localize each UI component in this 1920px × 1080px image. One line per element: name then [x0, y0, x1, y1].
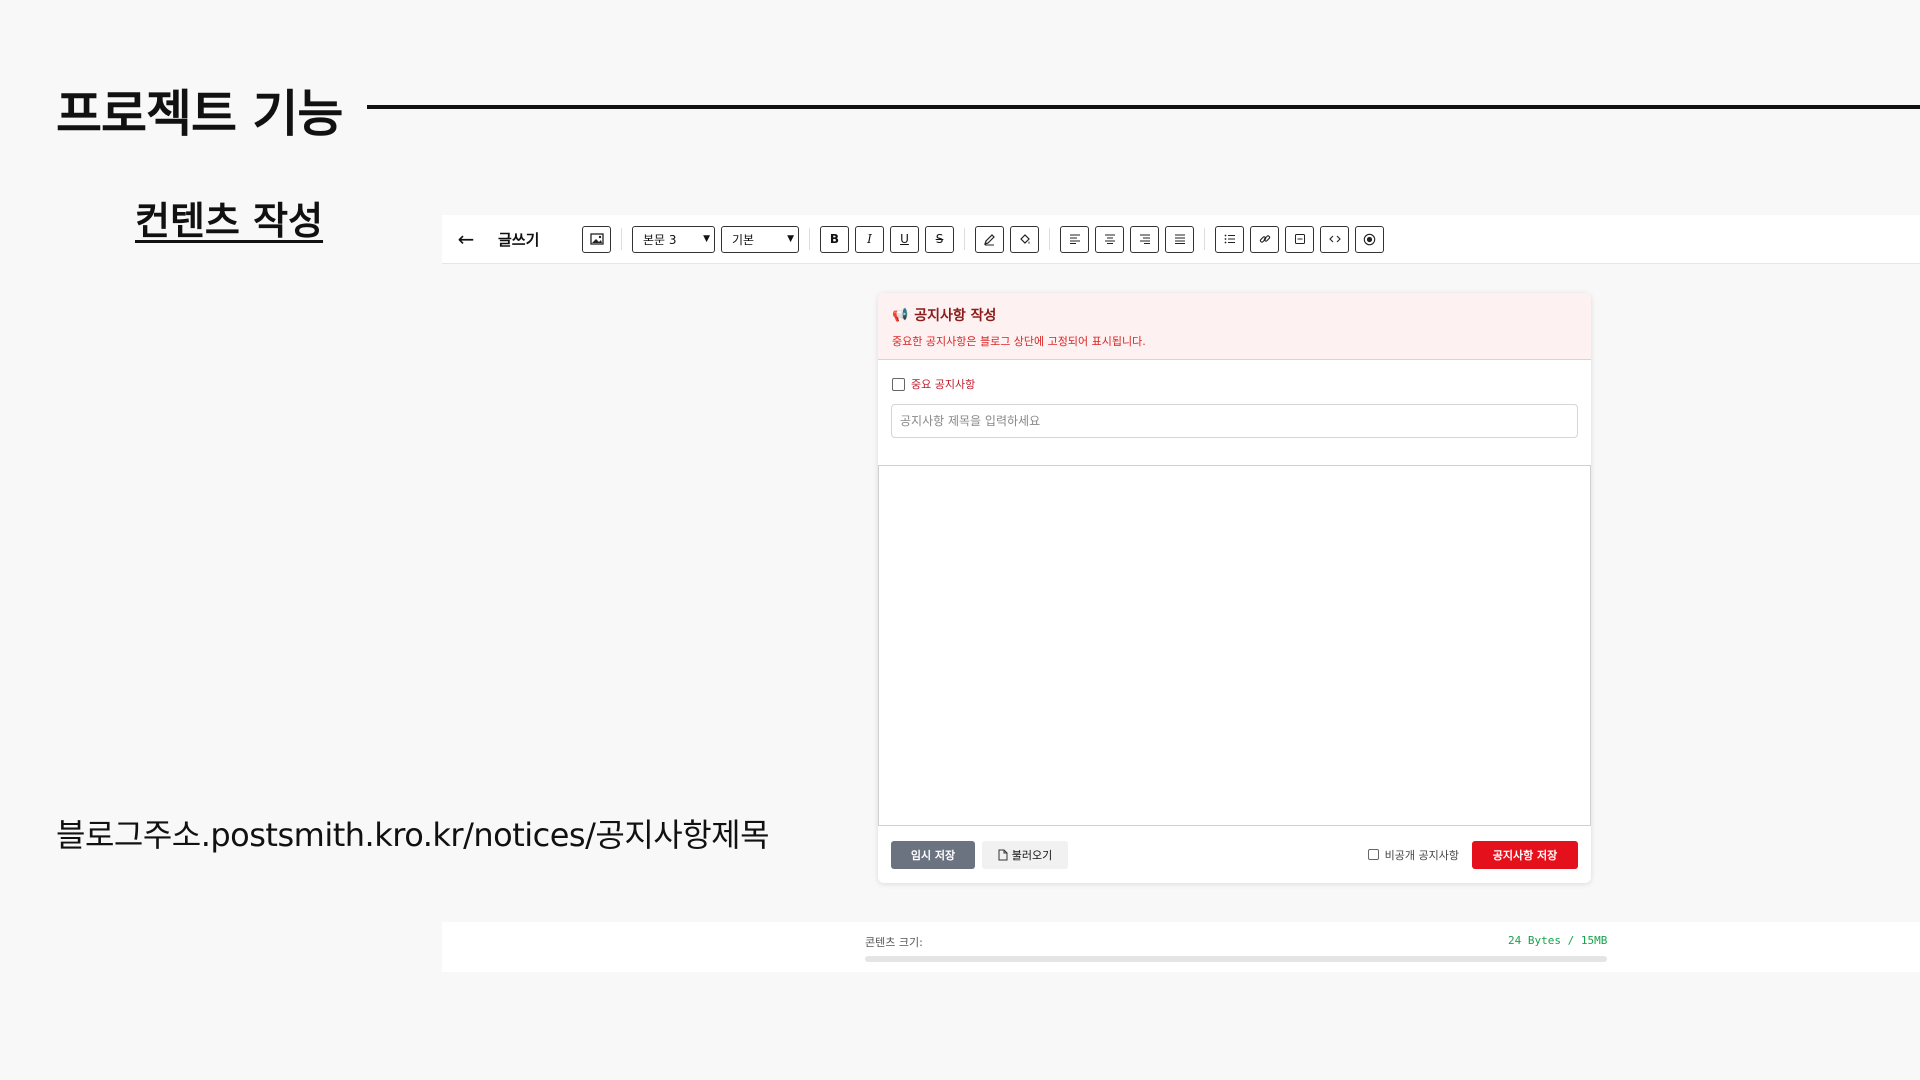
document-icon	[998, 849, 1008, 860]
notice-title-input[interactable]	[891, 404, 1578, 438]
notice-header-title: 공지사항 작성	[914, 308, 997, 324]
align-center-icon	[1104, 234, 1115, 244]
editor-toolbar: ← 글쓰기 본문 3 ▼ 기본 ▼ B I U S	[442, 215, 1920, 264]
underline-button[interactable]: U	[890, 225, 919, 253]
align-left-icon	[1069, 234, 1080, 244]
section-heading: 컨텐츠 작성	[135, 199, 324, 243]
toolbar-separator	[1049, 228, 1050, 250]
highlight-button[interactable]	[1010, 225, 1039, 253]
font-select[interactable]: 기본 ▼	[721, 225, 799, 253]
notice-footer: 임시 저장 불러오기 비공개 공지사항 공지사항 저장	[878, 826, 1591, 883]
link-button[interactable]	[1250, 225, 1279, 253]
record-icon	[1363, 233, 1376, 245]
load-button-label: 불러오기	[1011, 848, 1053, 862]
paint-bucket-icon	[1020, 233, 1030, 244]
temp-save-button[interactable]: 임시 저장	[891, 840, 975, 869]
content-size-label: 콘텐츠 크기:	[865, 936, 923, 949]
notice-header: 📢 공지사항 작성 중요한 공지사항은 블로그 상단에 고정되어 표시됩니다.	[878, 293, 1591, 360]
notice-header-subtitle: 중요한 공지사항은 블로그 상단에 고정되어 표시됩니다.	[892, 335, 1146, 348]
load-button[interactable]: 불러오기	[982, 840, 1068, 869]
toolbar-separator	[809, 228, 810, 250]
toolbar-separator	[1204, 228, 1205, 250]
megaphone-icon: 📢	[892, 307, 909, 323]
image-icon	[589, 233, 604, 245]
paragraph-style-value: 본문 3	[643, 232, 677, 247]
link-icon	[1259, 235, 1270, 243]
italic-button[interactable]: I	[855, 225, 884, 253]
code-button[interactable]	[1320, 225, 1349, 253]
list-icon	[1224, 234, 1235, 244]
important-notice-checkbox[interactable]	[892, 377, 905, 391]
pencil-icon	[984, 233, 995, 245]
editor-title: 글쓰기	[498, 230, 540, 249]
slide-title: 프로젝트 기능	[56, 85, 343, 143]
save-notice-button[interactable]: 공지사항 저장	[1472, 840, 1578, 869]
image-insert-button[interactable]	[582, 225, 611, 253]
private-notice-checkbox[interactable]	[1367, 849, 1379, 860]
notice-header-title-row: 📢 공지사항 작성	[892, 305, 1577, 325]
strikethrough-button[interactable]: S	[925, 225, 954, 253]
align-right-button[interactable]	[1130, 225, 1159, 253]
align-left-button[interactable]	[1060, 225, 1089, 253]
code-icon	[1328, 235, 1341, 243]
embed-button[interactable]	[1355, 225, 1384, 253]
content-size-panel: 콘텐츠 크기: 24 Bytes / 15MB	[442, 922, 1920, 972]
chevron-down-icon: ▼	[703, 234, 710, 244]
content-size-progress-bar	[865, 956, 1607, 962]
bullet-list-button[interactable]	[1215, 225, 1244, 253]
horizontal-rule-icon	[1294, 234, 1305, 244]
align-right-icon	[1139, 234, 1150, 244]
align-justify-icon	[1174, 234, 1185, 244]
title-divider	[367, 105, 1920, 109]
toolbar-separator	[964, 228, 965, 250]
paragraph-style-select[interactable]: 본문 3 ▼	[632, 225, 715, 253]
important-notice-row: 중요 공지사항	[892, 376, 975, 392]
divider-button[interactable]	[1285, 225, 1314, 253]
bold-button[interactable]: B	[820, 225, 849, 253]
font-value: 기본	[732, 232, 755, 247]
url-caption: 블로그주소.postsmith.kro.kr/notices/공지사항제목	[56, 816, 770, 854]
chevron-down-icon: ▼	[787, 234, 794, 244]
toolbar-separator	[621, 228, 622, 250]
notice-editor-card: 📢 공지사항 작성 중요한 공지사항은 블로그 상단에 고정되어 표시됩니다. …	[878, 293, 1591, 883]
private-notice-label: 비공개 공지사항	[1384, 848, 1459, 862]
important-notice-label: 중요 공지사항	[911, 378, 976, 391]
align-center-button[interactable]	[1095, 225, 1124, 253]
content-size-value: 24 Bytes / 15MB	[1508, 934, 1608, 947]
back-arrow-icon[interactable]: ←	[454, 227, 478, 251]
align-justify-button[interactable]	[1165, 225, 1194, 253]
text-color-button[interactable]	[975, 225, 1004, 253]
private-notice-row: 비공개 공지사항	[1367, 847, 1459, 863]
notice-content-editor[interactable]	[878, 465, 1591, 826]
